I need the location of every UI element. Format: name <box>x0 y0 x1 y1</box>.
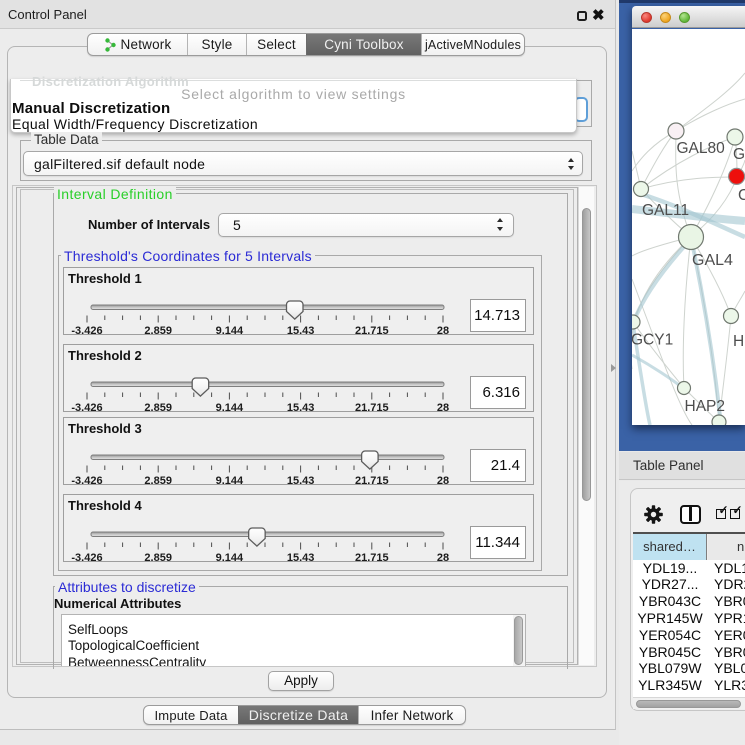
svg-text:GAL11: GAL11 <box>642 202 689 219</box>
svg-text:28: 28 <box>437 475 449 485</box>
svg-text:2.859: 2.859 <box>144 402 172 412</box>
svg-text:15.43: 15.43 <box>287 552 315 562</box>
svg-text:15.43: 15.43 <box>287 325 315 335</box>
svg-text:2.859: 2.859 <box>144 475 172 485</box>
svg-text:HAP2: HAP2 <box>685 398 726 415</box>
svg-text:H: H <box>733 333 744 350</box>
svg-text:-3.426: -3.426 <box>71 475 102 485</box>
svg-text:9.144: 9.144 <box>216 475 244 485</box>
svg-text:28: 28 <box>437 552 449 562</box>
svg-text:9.144: 9.144 <box>216 402 244 412</box>
svg-text:GAL80: GAL80 <box>677 140 726 157</box>
svg-text:15.43: 15.43 <box>287 402 315 412</box>
svg-text:GAL4: GAL4 <box>692 252 733 269</box>
svg-text:2.859: 2.859 <box>144 552 172 562</box>
svg-text:9.144: 9.144 <box>216 325 244 335</box>
svg-text:C: C <box>738 187 745 204</box>
svg-text:28: 28 <box>437 325 449 335</box>
svg-text:21.715: 21.715 <box>355 402 389 412</box>
svg-text:GA: GA <box>733 146 745 163</box>
svg-text:21.715: 21.715 <box>355 475 389 485</box>
svg-text:-3.426: -3.426 <box>71 552 102 562</box>
svg-text:-3.426: -3.426 <box>71 402 102 412</box>
svg-text:21.715: 21.715 <box>355 552 389 562</box>
svg-text:28: 28 <box>437 402 449 412</box>
svg-text:15.43: 15.43 <box>287 475 315 485</box>
svg-text:21.715: 21.715 <box>355 325 389 335</box>
svg-text:-3.426: -3.426 <box>71 325 102 335</box>
svg-text:9.144: 9.144 <box>216 552 244 562</box>
svg-text:2.859: 2.859 <box>144 325 172 335</box>
svg-text:GCY1: GCY1 <box>632 332 673 349</box>
